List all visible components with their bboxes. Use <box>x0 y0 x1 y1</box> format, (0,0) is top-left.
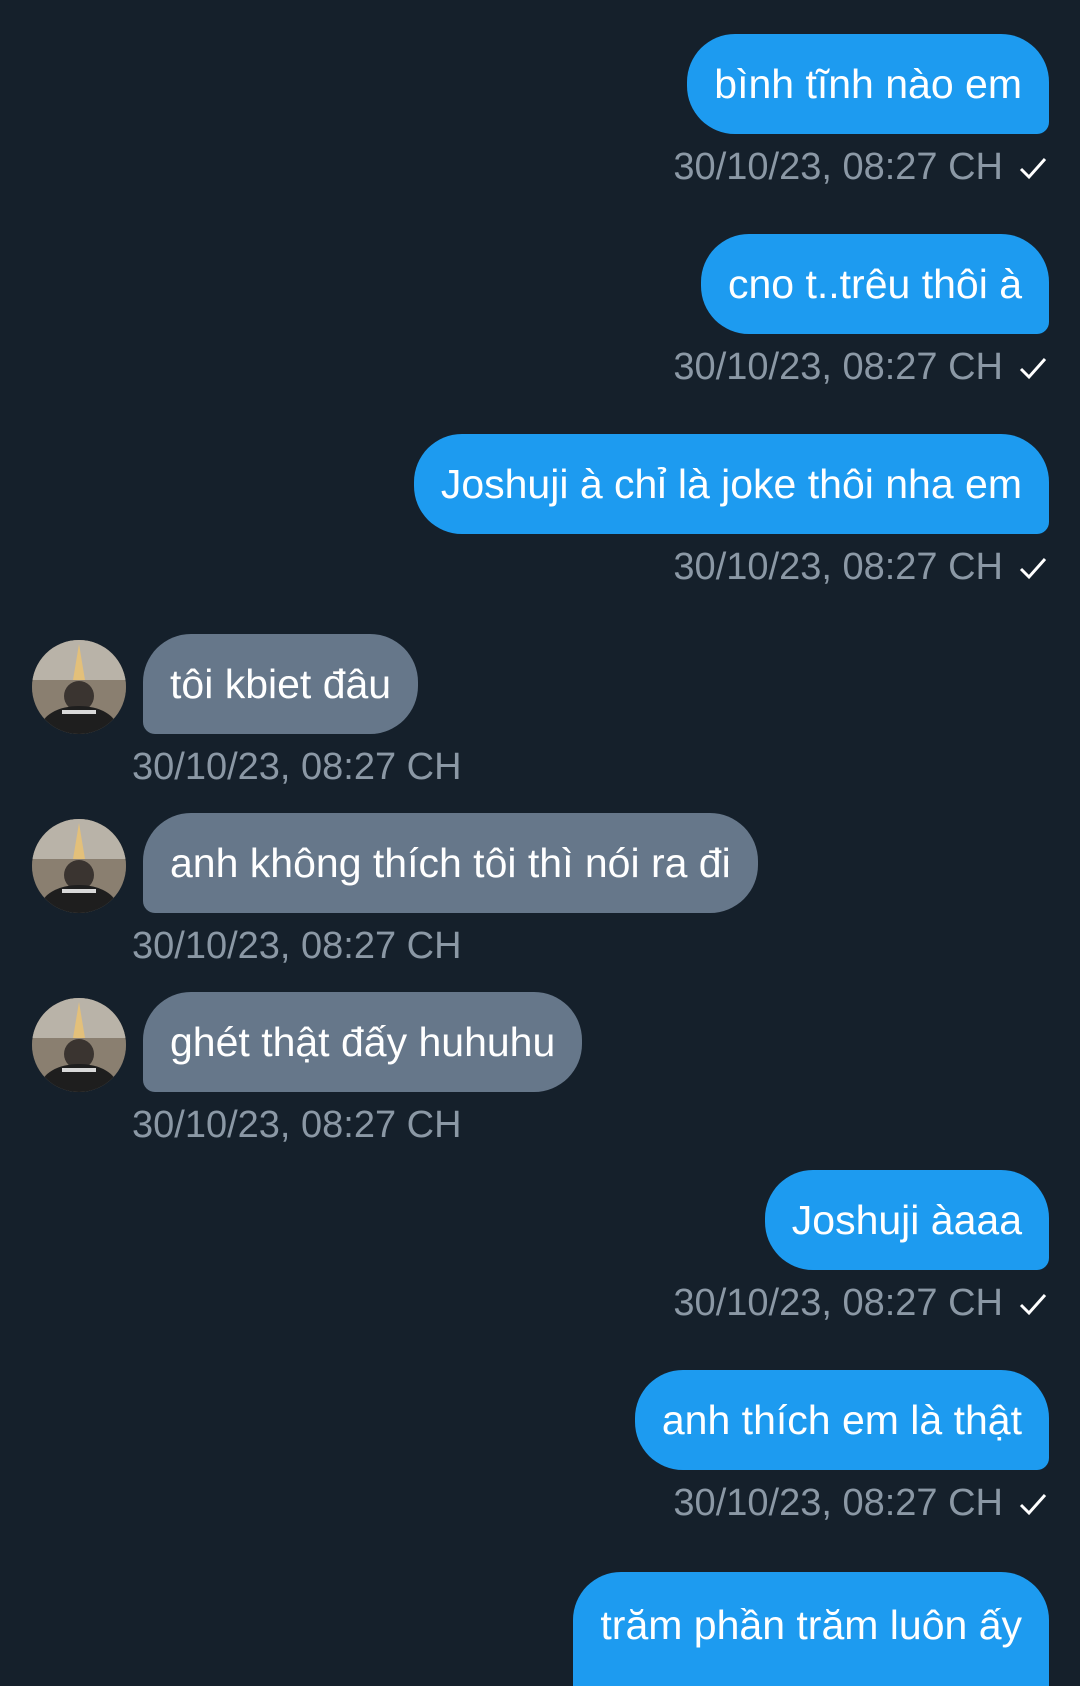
message-timestamp: 30/10/23, 08:27 CH <box>673 146 1049 189</box>
timestamp-text: 30/10/23, 08:27 CH <box>673 146 1003 188</box>
timestamp-text: 30/10/23, 08:27 CH <box>673 546 1003 588</box>
message-timestamp: 30/10/23, 08:27 CH <box>673 346 1049 389</box>
checkmark-icon <box>1019 557 1047 579</box>
avatar-photo <box>32 640 126 734</box>
avatar-photo <box>32 819 126 913</box>
timestamp-text: 30/10/23, 08:27 CH <box>132 1104 462 1146</box>
sent-message-bubble[interactable]: anh thích em là thật <box>634 1370 1049 1470</box>
received-message-bubble[interactable]: anh không thích tôi thì nói ra đi <box>143 813 758 913</box>
checkmark-icon <box>1019 157 1047 179</box>
timestamp-text: 30/10/23, 08:27 CH <box>132 925 462 967</box>
checkmark-icon <box>1019 1493 1047 1515</box>
received-message-bubble[interactable]: ghét thật đấy huhuhu <box>143 992 583 1092</box>
sent-message: bình tĩnh nào em 30/10/23, 08:27 CH <box>0 34 1080 194</box>
timestamp-text: 30/10/23, 08:27 CH <box>673 346 1003 388</box>
received-message: tôi kbiet đâu 30/10/23, 08:27 CH <box>0 634 1080 794</box>
message-timestamp: 30/10/23, 08:27 CH <box>673 546 1049 589</box>
avatar[interactable] <box>32 819 126 913</box>
avatar[interactable] <box>32 998 126 1092</box>
message-timestamp: 30/10/23, 08:27 CH <box>673 1482 1049 1525</box>
received-message-bubble[interactable]: tôi kbiet đâu <box>143 634 419 734</box>
avatar-photo <box>32 998 126 1092</box>
received-message: anh không thích tôi thì nói ra đi 30/10/… <box>0 813 1080 973</box>
sent-message: cno t..trêu thôi à 30/10/23, 08:27 CH <box>0 234 1080 394</box>
message-timestamp: 30/10/23, 08:27 CH <box>132 746 462 789</box>
sent-message: Joshuji à chỉ là joke thôi nha em 30/10/… <box>0 434 1080 594</box>
message-timestamp: 30/10/23, 08:27 CH <box>132 925 462 968</box>
message-timestamp: 30/10/23, 08:27 CH <box>673 1282 1049 1325</box>
received-message: ghét thật đấy huhuhu 30/10/23, 08:27 CH <box>0 992 1080 1152</box>
timestamp-text: 30/10/23, 08:27 CH <box>673 1282 1003 1324</box>
sent-message-bubble[interactable]: cno t..trêu thôi à <box>700 234 1049 334</box>
sent-message-bubble[interactable]: Joshuji à chỉ là joke thôi nha em <box>413 434 1049 534</box>
sent-message-bubble[interactable]: trăm phần trăm luôn ấy <box>573 1572 1049 1686</box>
checkmark-icon <box>1019 357 1047 379</box>
sent-message: Joshuji àaaa 30/10/23, 08:27 CH <box>0 1170 1080 1330</box>
sent-message: anh thích em là thật 30/10/23, 08:27 CH <box>0 1370 1080 1530</box>
sent-message-bubble[interactable]: Joshuji àaaa <box>764 1170 1049 1270</box>
checkmark-icon <box>1019 1293 1047 1315</box>
message-timestamp: 30/10/23, 08:27 CH <box>132 1104 462 1147</box>
timestamp-text: 30/10/23, 08:27 CH <box>132 746 462 788</box>
sent-message-bubble[interactable]: bình tĩnh nào em <box>687 34 1049 134</box>
message-thread: bình tĩnh nào em 30/10/23, 08:27 CH cno … <box>0 0 1080 1686</box>
avatar[interactable] <box>32 640 126 734</box>
timestamp-text: 30/10/23, 08:27 CH <box>673 1482 1003 1524</box>
